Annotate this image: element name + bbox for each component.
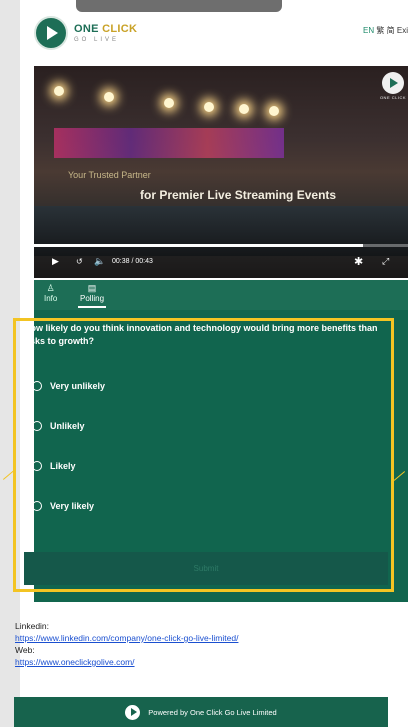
video-subtitle: Your Trusted Partner xyxy=(68,170,151,180)
logo-subtitle: GO LIVE xyxy=(74,36,120,43)
skip-back-icon[interactable]: ↺ xyxy=(76,257,83,266)
settings-gear-icon[interactable]: ✱ xyxy=(354,255,363,268)
page: ONE CLICK GO LIVE EN 繁 简 Exi Your Truste… xyxy=(20,0,408,727)
exit-link[interactable]: Exi xyxy=(397,26,408,35)
video-logo-text: ONE CLICK xyxy=(379,95,406,100)
annotation-line-left xyxy=(2,470,15,480)
tab-bar: ♙ Info ▤ Polling xyxy=(34,280,408,310)
video-headline: for Premier Live Streaming Events xyxy=(140,188,337,202)
footer-logo-icon xyxy=(125,704,141,720)
linkedin-link[interactable]: https://www.linkedin.com/company/one-cli… xyxy=(15,633,238,643)
logo[interactable]: ONE CLICK GO LIVE xyxy=(34,16,137,50)
tab-polling[interactable]: ▤ Polling xyxy=(78,283,107,308)
video-logo-icon xyxy=(382,72,404,94)
lang-trad-chinese-link[interactable]: 繁 xyxy=(376,26,384,35)
contact-info: Linkedin: https://www.linkedin.com/compa… xyxy=(15,620,238,668)
video-time: 00:38 / 00:43 xyxy=(112,258,153,265)
language-switcher: EN 繁 简 Exi xyxy=(363,25,408,36)
logo-play-icon xyxy=(34,16,68,50)
logo-title: ONE CLICK xyxy=(74,22,138,35)
radio-icon[interactable] xyxy=(32,501,42,511)
radio-icon[interactable] xyxy=(32,381,42,391)
poll-option-very-likely[interactable]: Very likely xyxy=(32,501,94,511)
info-icon: ♙ xyxy=(46,283,55,293)
footer: Powered by One Click Go Live Limited xyxy=(14,697,388,727)
poll-option-very-unlikely[interactable]: Very unlikely xyxy=(32,381,105,391)
website-link[interactable]: https://www.oneclickgolive.com/ xyxy=(15,657,135,667)
play-icon[interactable]: ▶ xyxy=(52,256,59,267)
video-player[interactable]: Your Trusted Partner for Premier Live St… xyxy=(34,66,408,278)
radio-icon[interactable] xyxy=(32,461,42,471)
web-label: Web: xyxy=(15,645,35,655)
tab-info[interactable]: ♙ Info xyxy=(44,283,57,303)
lang-en-link[interactable]: EN xyxy=(363,26,374,35)
video-progress-bar[interactable] xyxy=(34,244,408,247)
submit-button[interactable]: Submit xyxy=(24,552,388,585)
radio-icon[interactable] xyxy=(32,421,42,431)
fullscreen-icon[interactable]: ⤢ xyxy=(382,256,389,267)
poll-icon: ▤ xyxy=(87,283,97,293)
linkedin-label: Linkedin: xyxy=(15,621,50,631)
header: ONE CLICK GO LIVE EN 繁 简 Exi xyxy=(20,0,408,58)
volume-icon[interactable]: 🔈 xyxy=(94,256,105,267)
footer-text: Powered by One Click Go Live Limited xyxy=(148,707,277,717)
poll-option-likely[interactable]: Likely xyxy=(32,461,76,471)
poll-option-unlikely[interactable]: Unlikely xyxy=(32,421,85,431)
poll-question: How likely do you think innovation and t… xyxy=(24,323,378,346)
lang-simp-chinese-link[interactable]: 简 xyxy=(387,26,395,35)
